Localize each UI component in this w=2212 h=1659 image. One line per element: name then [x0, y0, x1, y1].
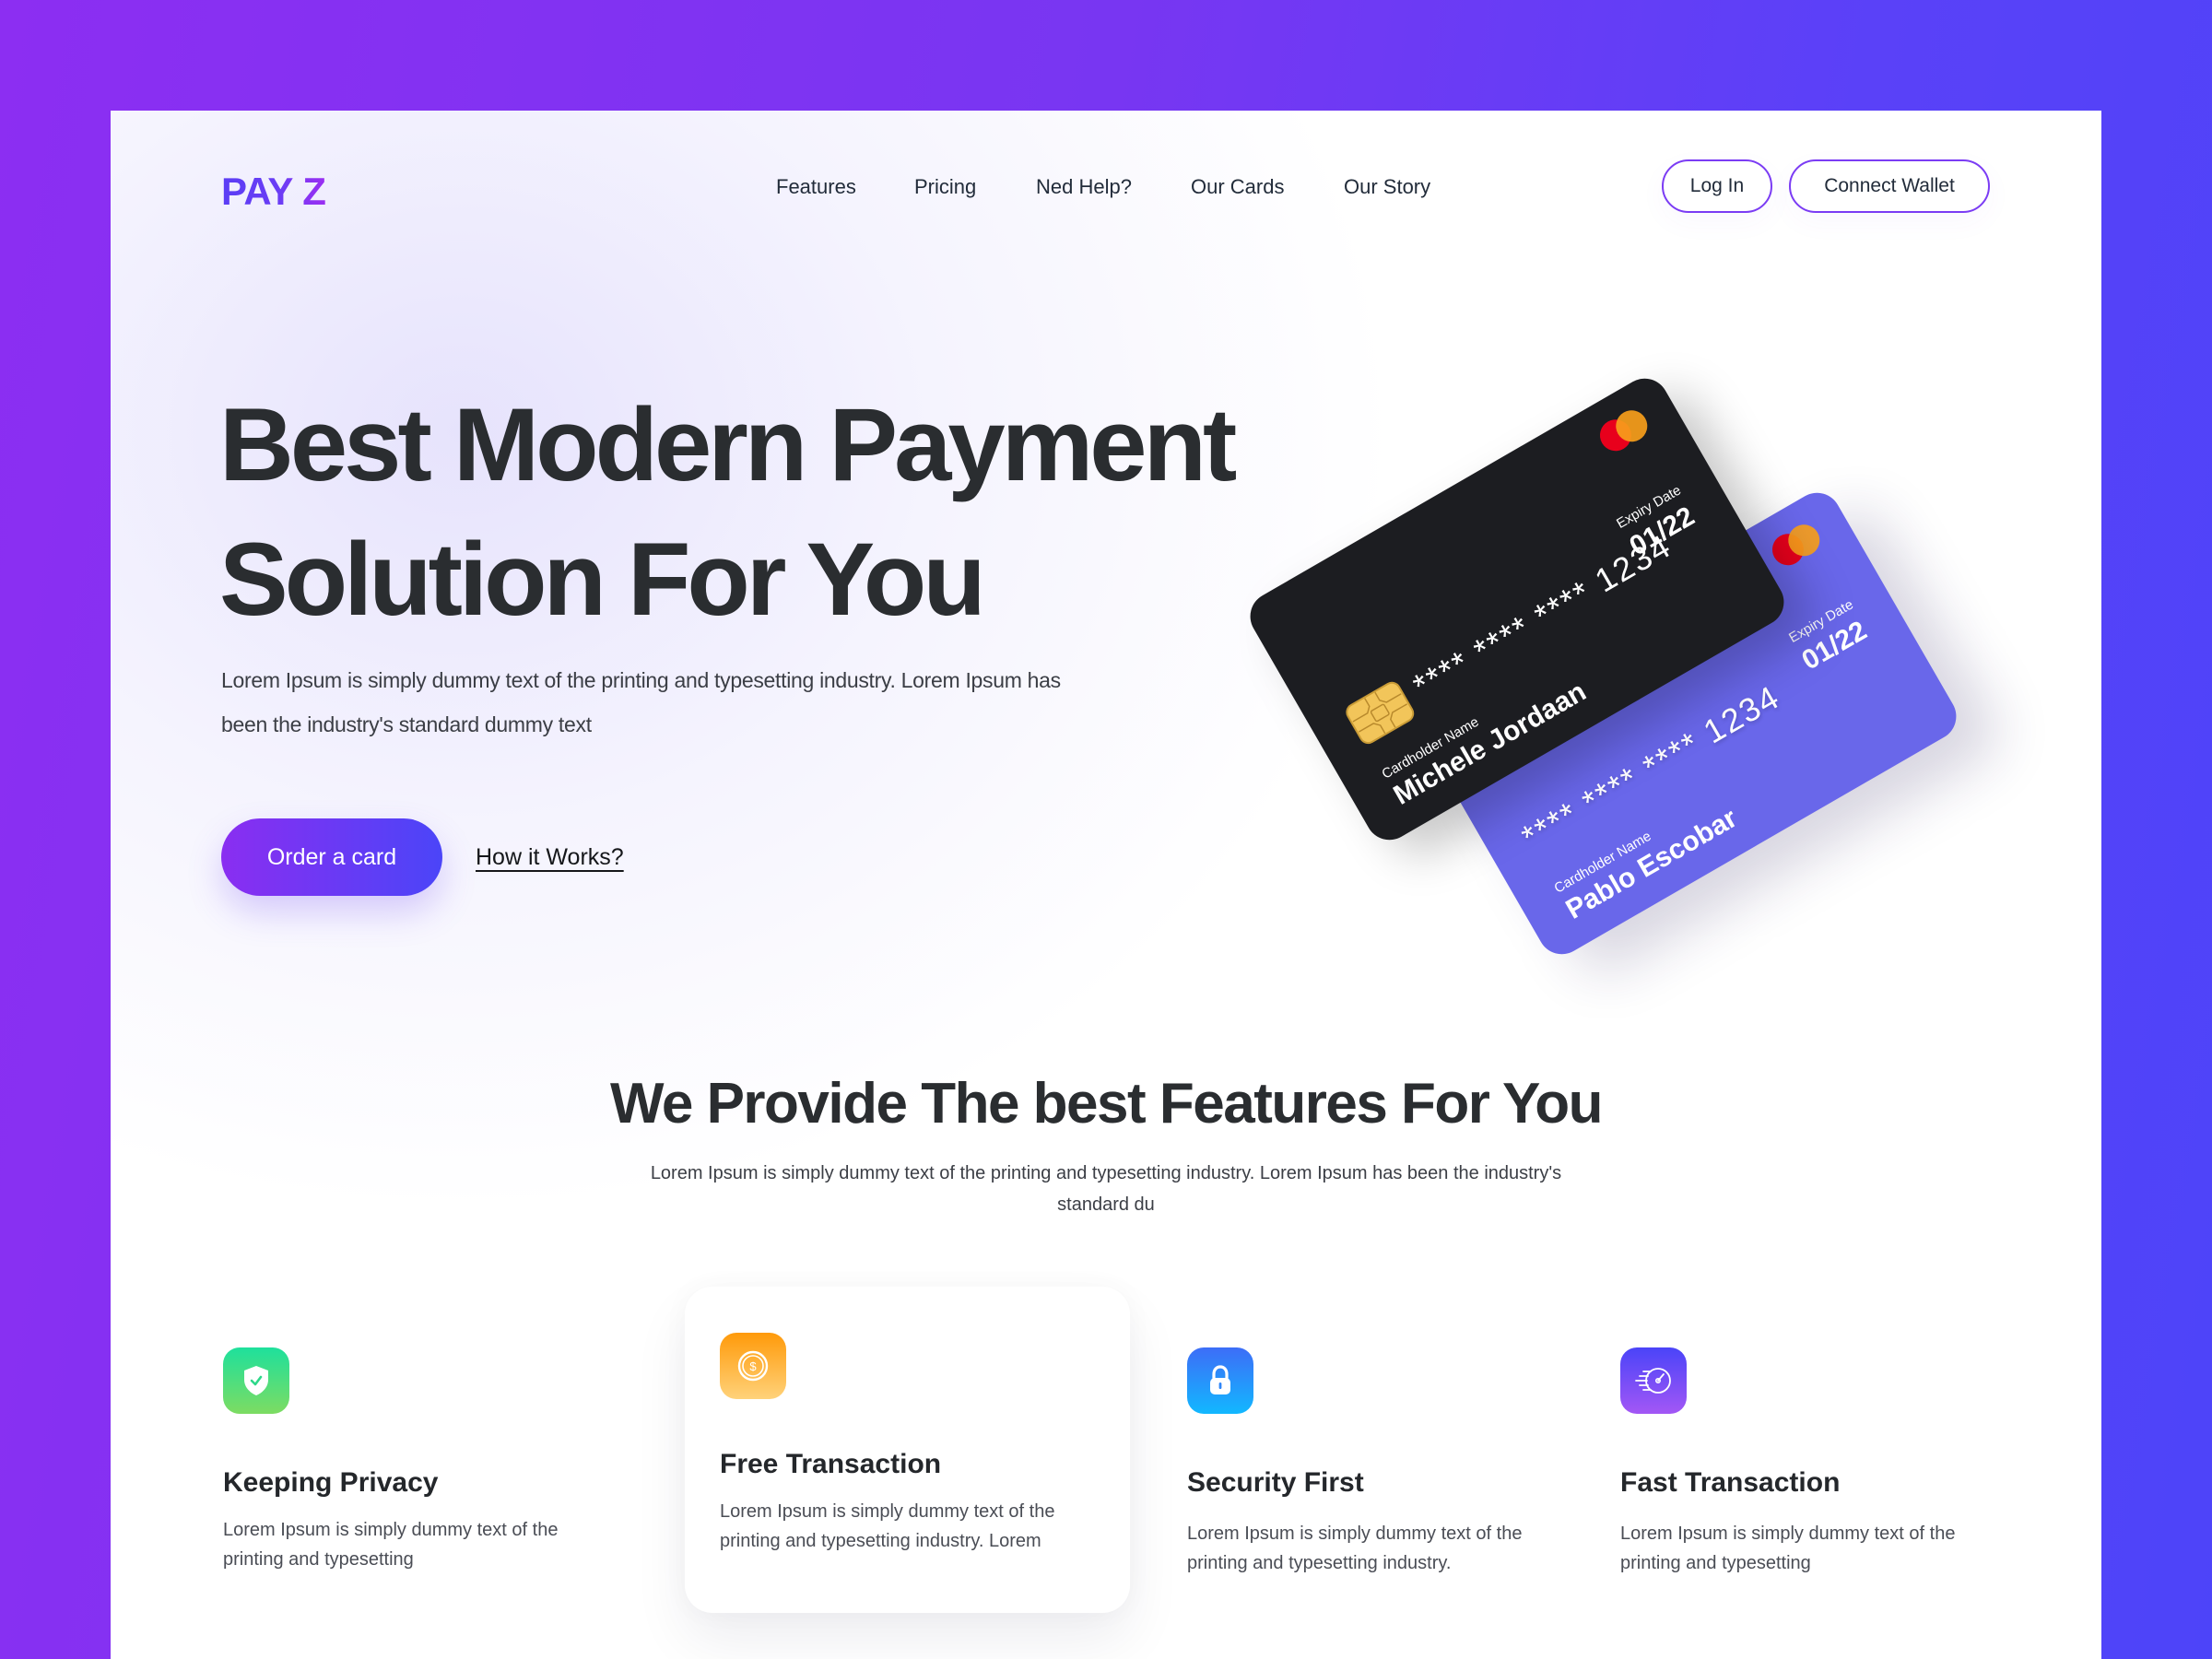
mastercard-icon — [1594, 404, 1655, 458]
dollar-coin-icon: $ — [720, 1333, 786, 1399]
feature-title: Fast Transaction — [1620, 1467, 1841, 1498]
order-card-button[interactable]: Order a card — [221, 818, 442, 896]
nav-item-pricing[interactable]: Pricing — [914, 175, 976, 199]
connect-wallet-button[interactable]: Connect Wallet — [1789, 159, 1990, 213]
hero-headline-line2: Solution For You — [219, 522, 986, 637]
feature-description: Lorem Ipsum is simply dummy text of the … — [1620, 1524, 1956, 1573]
features-subtitle: Lorem Ipsum is simply dummy text of the … — [650, 1163, 1562, 1215]
svg-text:$: $ — [749, 1359, 757, 1373]
feature-description: Lorem Ipsum is simply dummy text of the … — [1187, 1524, 1523, 1573]
nav-item-our-cards[interactable]: Our Cards — [1191, 175, 1284, 199]
mastercard-icon — [1766, 518, 1828, 572]
speedometer-icon — [1620, 1347, 1687, 1414]
feature-description: Lorem Ipsum is simply dummy text of the … — [223, 1520, 559, 1570]
feature-free-transaction[interactable]: $ Free Transaction Lorem Ipsum is simply… — [685, 1287, 1130, 1613]
feature-description: Lorem Ipsum is simply dummy text of the … — [720, 1501, 1055, 1551]
how-it-works-link[interactable]: How it Works? — [476, 844, 624, 871]
feature-title: Security First — [1187, 1467, 1364, 1498]
nav-item-help[interactable]: Ned Help? — [1036, 175, 1132, 199]
shield-check-icon — [223, 1347, 289, 1414]
lock-icon — [1187, 1347, 1253, 1414]
hero-description: Lorem Ipsum is simply dummy text of the … — [221, 668, 1061, 736]
feature-keeping-privacy[interactable]: Keeping Privacy Lorem Ipsum is simply du… — [203, 1287, 590, 1618]
hero-headline: Best Modern Payment Solution For You — [219, 378, 1237, 647]
chip-icon — [1342, 678, 1418, 747]
feature-security-first[interactable]: Security First Lorem Ipsum is simply dum… — [1167, 1287, 1554, 1618]
features-title: We Provide The best Features For You — [609, 1072, 1604, 1135]
feature-fast-transaction[interactable]: Fast Transaction Lorem Ipsum is simply d… — [1600, 1287, 1987, 1618]
hero-headline-line1: Best Modern Payment — [219, 387, 1237, 502]
landing-page: PAY Z Features Pricing Ned Help? Our Car… — [111, 111, 2101, 1659]
feature-title: Keeping Privacy — [223, 1467, 439, 1498]
nav-item-features[interactable]: Features — [776, 175, 856, 199]
login-button[interactable]: Log In — [1662, 159, 1772, 213]
feature-title: Free Transaction — [720, 1449, 942, 1479]
nav-item-our-story[interactable]: Our Story — [1344, 175, 1430, 199]
